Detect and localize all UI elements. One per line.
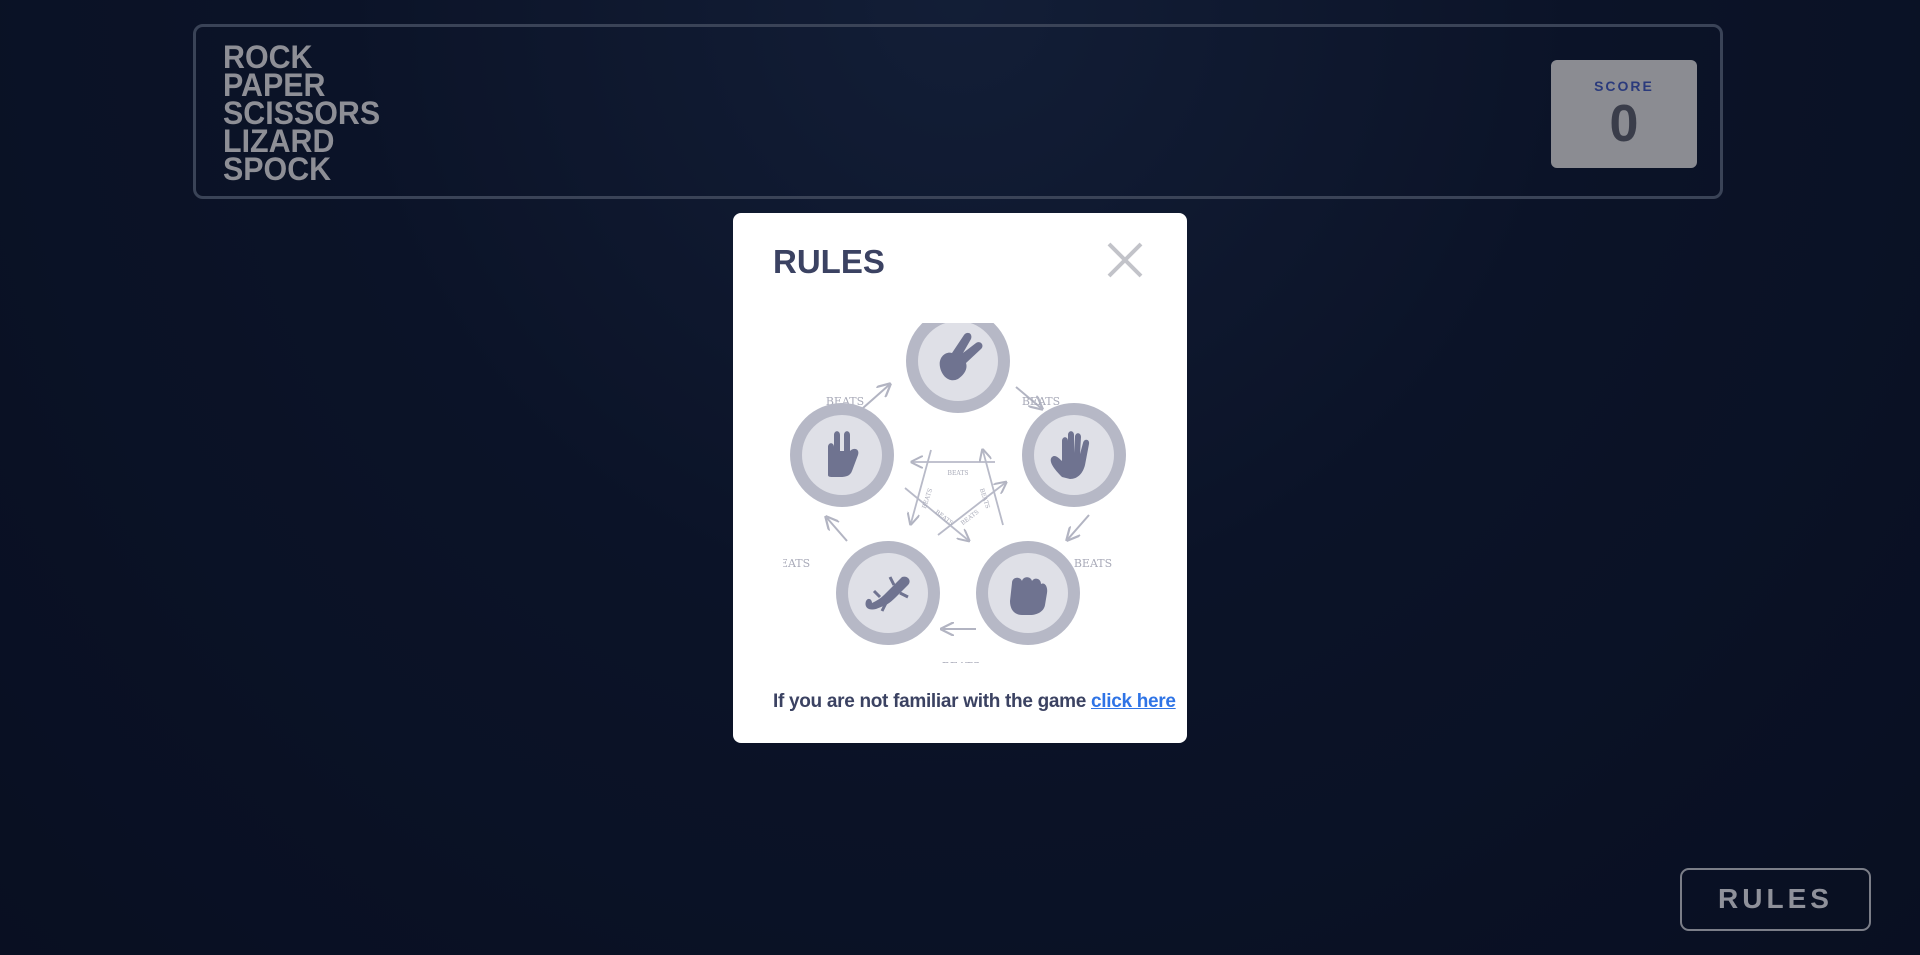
close-icon[interactable] — [1105, 240, 1145, 280]
beats-label: BEATS — [921, 488, 934, 510]
rules-diagram: BEATS BEATS BEATS BEATS BEATS BEATS BEAT… — [783, 323, 1126, 663]
score-value: 0 — [1609, 95, 1639, 153]
score-label: SCORE — [1594, 78, 1654, 94]
beats-label: BEATS — [960, 509, 981, 527]
rules-button[interactable]: RULES — [1680, 868, 1871, 931]
spock-token — [790, 403, 894, 507]
game-title: ROCK PAPER SCISSORS LIZARD SPOCK — [223, 41, 388, 187]
beats-label: BEATS — [783, 557, 810, 570]
beats-label: BEATS — [1074, 557, 1112, 570]
beats-label: BEATS — [934, 509, 955, 527]
beats-label: BEATS — [948, 470, 969, 477]
beats-label: BEATS — [978, 488, 991, 510]
click-here-link[interactable]: click here — [1091, 691, 1176, 712]
game-header: ROCK PAPER SCISSORS LIZARD SPOCK SCORE 0 — [193, 24, 1723, 199]
rules-modal: RULES BEATS BEATS BEATS EATS BEATS BEATS… — [733, 213, 1187, 743]
score-box: SCORE 0 — [1551, 60, 1697, 168]
modal-title: RULES — [773, 243, 885, 280]
footer-note: If you are not familiar with the game cl… — [773, 691, 1176, 713]
paper-token — [1022, 403, 1126, 507]
beats-label: BEATS — [1022, 395, 1060, 408]
title-line-spock: SPOCK — [223, 151, 332, 187]
footer-text: If you are not familiar with the game — [773, 691, 1087, 712]
lizard-token — [836, 541, 940, 645]
inner-arrows — [904, 450, 1005, 540]
beats-label: BEATS — [942, 660, 980, 663]
scissors-token — [906, 323, 1010, 413]
rock-token — [976, 541, 1080, 645]
